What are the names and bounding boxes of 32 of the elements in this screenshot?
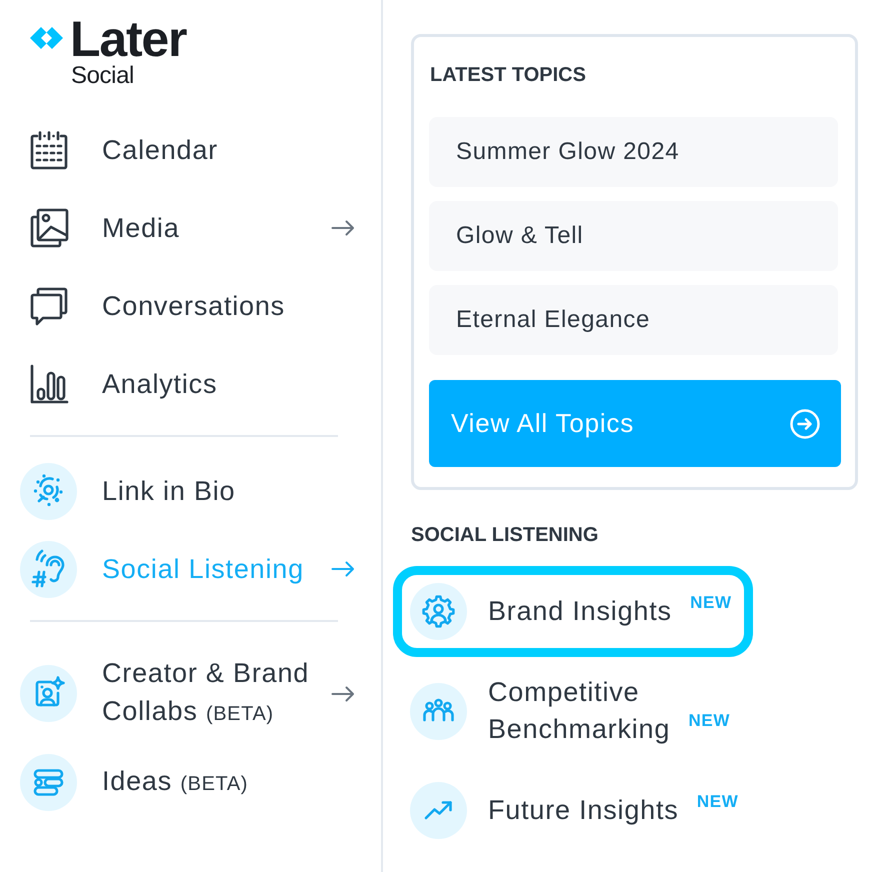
images-icon	[28, 208, 68, 248]
menu-item[interactable]: Competitive Benchmarking $^{NEW}$	[393, 657, 789, 765]
topic-item[interactable]: Summer Glow 2024	[429, 117, 838, 187]
gear-person-icon	[410, 583, 467, 640]
topic-item[interactable]: Glow & Tell	[429, 201, 838, 271]
new-label: NEW	[688, 711, 730, 730]
nav-item[interactable]: Ideas (BETA)	[0, 743, 381, 821]
new-label: NEW	[690, 593, 732, 612]
nav-item[interactable]: Conversations	[0, 267, 381, 345]
bar-chart-icon	[28, 364, 68, 404]
nav-item[interactable]: Calendar	[0, 111, 381, 189]
diamond-logo-icon	[30, 27, 63, 49]
people-icon	[410, 682, 467, 740]
section-heading: SOCIAL LISTENING	[411, 523, 600, 547]
portrait-sparkle-icon	[20, 665, 77, 722]
nav-item[interactable]: Link in Bio	[0, 452, 381, 530]
section-heading: LATEST TOPICS	[430, 63, 587, 87]
new-label: NEW	[696, 792, 738, 811]
chat-bubbles-icon	[28, 286, 68, 326]
logo-product-name: Social	[71, 64, 135, 88]
nav-item[interactable]: Media	[0, 189, 381, 267]
calendar-icon	[28, 130, 68, 170]
nav-item[interactable]: Creator & Brand Collabs (BETA)	[0, 644, 381, 743]
trend-up-icon	[410, 782, 467, 839]
list-icon	[20, 754, 77, 810]
nav-item[interactable]: Analytics	[0, 345, 381, 423]
ear-hashtag-icon	[20, 540, 77, 598]
logo-wordmark: Later	[70, 14, 186, 64]
menu-item[interactable]: Future Insights $^{NEW}$	[393, 765, 760, 856]
menu-item[interactable]: Brand Insights $^{NEW}$	[393, 566, 753, 657]
topic-item[interactable]: Eternal Elegance	[429, 285, 838, 355]
orbit-icon	[20, 462, 77, 520]
